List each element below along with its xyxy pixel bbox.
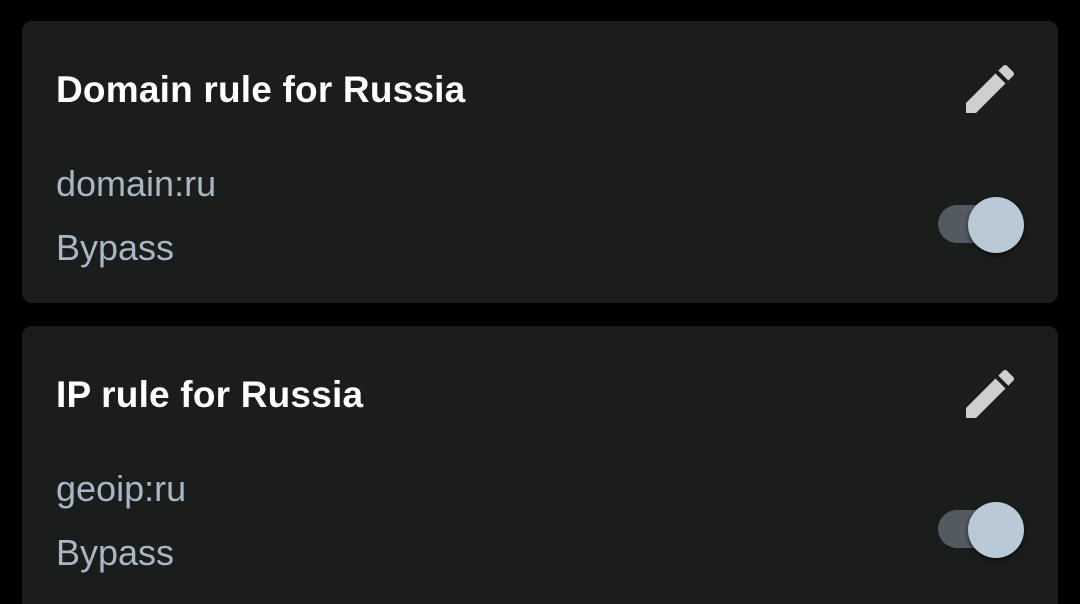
rule-match: domain:ru [56,163,217,204]
rule-enabled-toggle[interactable] [936,195,1032,255]
rule-action: Bypass [56,227,175,268]
toggle-thumb [968,197,1024,253]
rule-title: IP rule for Russia [56,374,364,415]
rule-list: Domain rule for Russia domain:ru Bypass … [0,0,1080,604]
rule-title: Domain rule for Russia [56,69,466,110]
edit-rule-button[interactable] [952,51,1028,127]
edit-rule-button[interactable] [952,356,1028,432]
rule-action: Bypass [56,532,175,573]
rule-enabled-toggle[interactable] [936,500,1032,560]
pencil-icon [966,369,1015,418]
rule-card[interactable]: Domain rule for Russia domain:ru Bypass [22,21,1058,303]
rule-card[interactable]: IP rule for Russia geoip:ru Bypass [22,326,1058,604]
rule-match: geoip:ru [56,468,187,509]
toggle-thumb [968,502,1024,558]
pencil-icon [966,64,1015,113]
